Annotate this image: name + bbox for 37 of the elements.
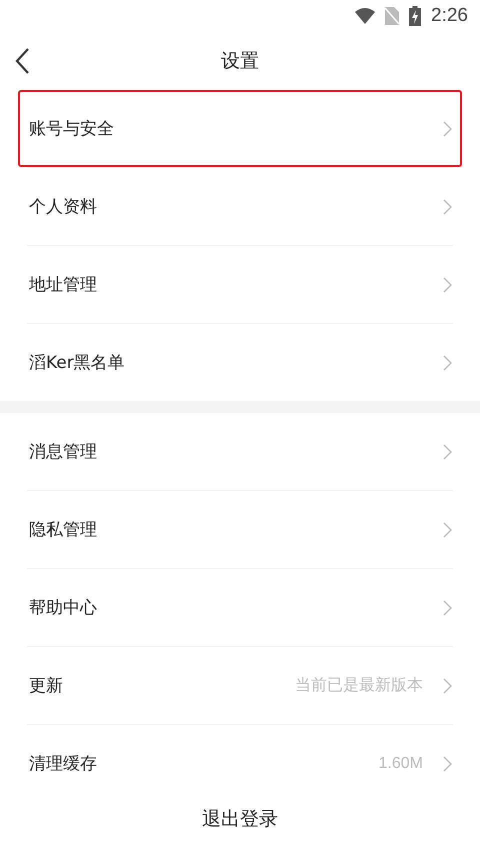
- item-label: 账号与安全: [29, 118, 115, 140]
- settings-item[interactable]: 更新 当前已是最新版本: [18, 647, 462, 724]
- back-button[interactable]: [14, 47, 30, 75]
- battery-charging-icon: [409, 6, 422, 26]
- item-label: 帮助中心: [29, 597, 98, 619]
- back-chevron-icon: [14, 47, 30, 75]
- item-label: 地址管理: [29, 274, 98, 296]
- chevron-right-icon: [443, 756, 452, 772]
- item-label: 消息管理: [29, 441, 98, 463]
- settings-item[interactable]: 清理缓存 1.60M: [18, 725, 462, 802]
- item-label: 隐私管理: [29, 519, 98, 541]
- chevron-right-icon: [443, 522, 452, 538]
- chevron-right-icon: [443, 600, 452, 616]
- settings-item[interactable]: 地址管理: [18, 246, 462, 323]
- page-title: 设置: [221, 49, 259, 74]
- item-label: 更新: [29, 675, 64, 697]
- wifi-icon: [355, 8, 376, 24]
- item-label: 个人资料: [29, 196, 98, 218]
- chevron-right-icon: [443, 678, 452, 694]
- chevron-right-icon: [443, 276, 452, 292]
- settings-item[interactable]: 帮助中心: [18, 569, 462, 646]
- chevron-right-icon: [443, 120, 452, 136]
- item-label: 清理缓存: [29, 753, 98, 775]
- settings-item[interactable]: 消息管理: [18, 413, 462, 490]
- chevron-right-icon: [443, 444, 452, 460]
- item-label: 滔Ker黑名单: [29, 352, 126, 374]
- settings-item[interactable]: 隐私管理: [18, 491, 462, 568]
- settings-item[interactable]: 账号与安全: [18, 90, 462, 167]
- settings-item[interactable]: 个人资料: [18, 168, 462, 245]
- chevron-right-icon: [443, 354, 452, 370]
- settings-item[interactable]: 滔Ker黑名单: [18, 324, 462, 401]
- status-time: 2:26: [431, 5, 468, 27]
- item-value: 当前已是最新版本: [295, 676, 423, 696]
- no-sim-icon: [385, 7, 400, 25]
- logout-button[interactable]: 退出登录: [194, 802, 286, 836]
- chevron-right-icon: [443, 198, 452, 214]
- item-value: 1.60M: [378, 754, 423, 772]
